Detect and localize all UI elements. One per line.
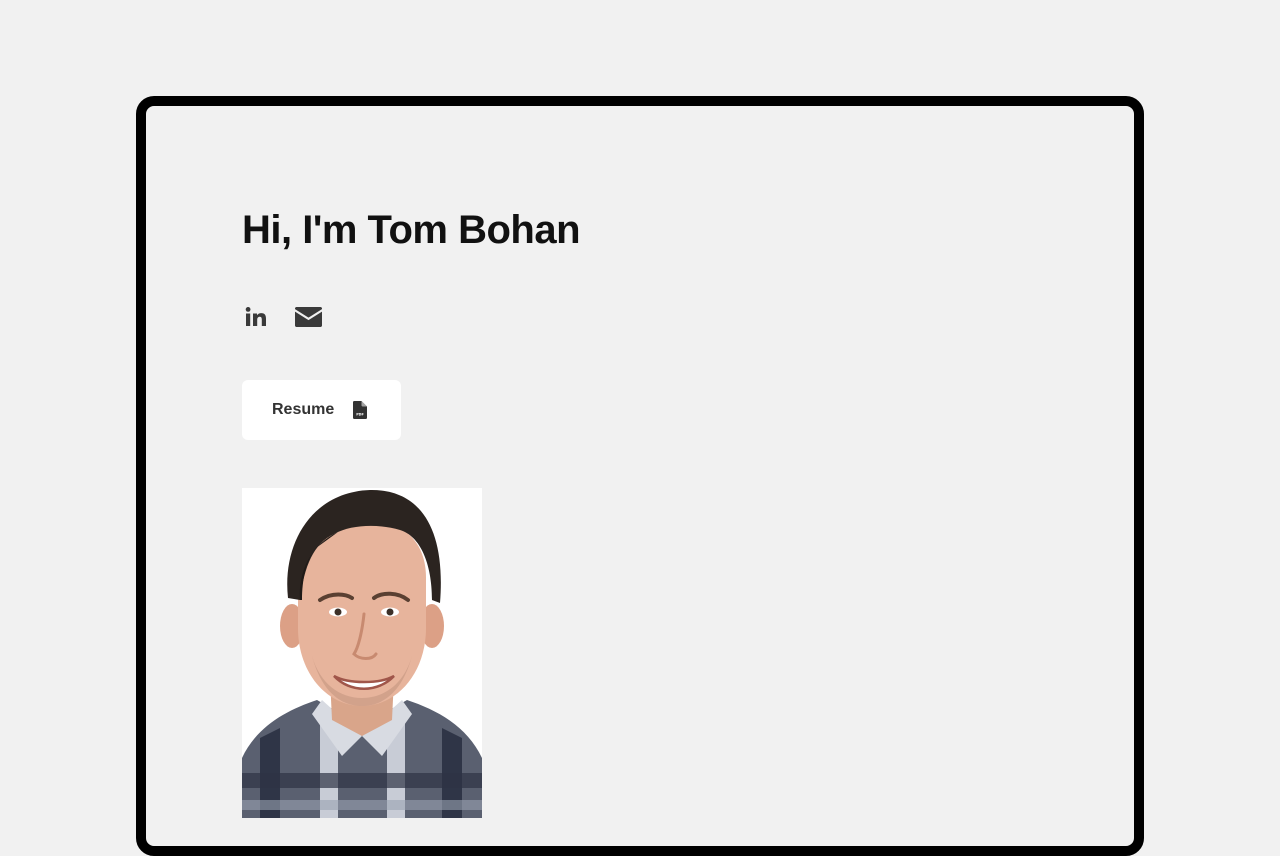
resume-button-label: Resume <box>272 401 335 418</box>
hero-section: Hi, I'm Tom Bohan Resume PDF <box>242 206 581 818</box>
page-title: Hi, I'm Tom Bohan <box>242 208 581 252</box>
browser-frame: Hi, I'm Tom Bohan Resume PDF <box>136 96 1144 856</box>
linkedin-icon <box>245 307 266 326</box>
resume-button[interactable]: Resume PDF <box>242 380 401 440</box>
pdf-file-icon: PDF <box>353 401 368 419</box>
envelope-icon <box>294 307 322 327</box>
social-links <box>242 302 580 332</box>
svg-text:PDF: PDF <box>356 413 364 417</box>
linkedin-link[interactable] <box>242 303 270 331</box>
email-link[interactable] <box>293 303 323 331</box>
portrait-photo <box>242 488 482 818</box>
